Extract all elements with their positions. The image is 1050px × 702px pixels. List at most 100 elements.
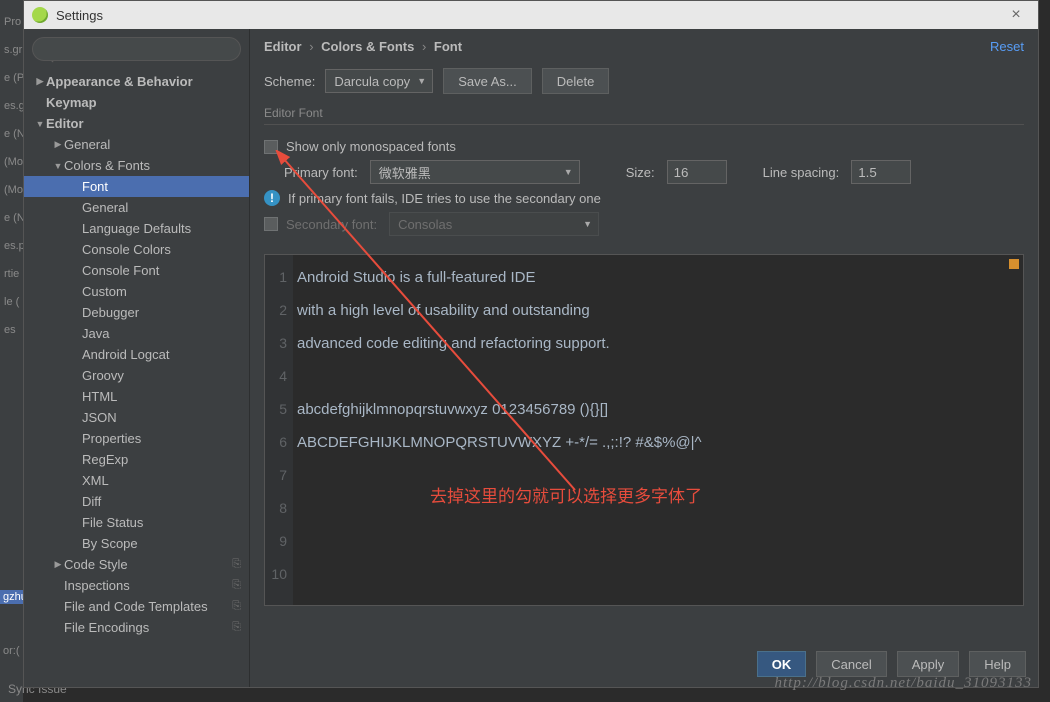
- tree-item-label: By Scope: [82, 536, 138, 551]
- tree-item-console-font[interactable]: Console Font: [24, 260, 249, 281]
- scheme-select[interactable]: Darcula copy: [325, 69, 433, 93]
- primary-font-label: Primary font:: [284, 165, 358, 180]
- tree-item-diff[interactable]: Diff: [24, 491, 249, 512]
- reset-link[interactable]: Reset: [990, 39, 1024, 54]
- tree-item-json[interactable]: JSON: [24, 407, 249, 428]
- tree-item-regexp[interactable]: RegExp: [24, 449, 249, 470]
- warning-marker: [1009, 259, 1019, 269]
- settings-tree[interactable]: Appearance & Behavior Keymap Editor General…: [24, 67, 249, 687]
- ok-button[interactable]: OK: [757, 651, 807, 677]
- tree-item-label: Console Colors: [82, 242, 171, 257]
- config-icon: ⎘: [232, 621, 241, 634]
- tree-item-label: File Encodings: [64, 620, 149, 635]
- gutter: 12345678910: [265, 255, 293, 605]
- chevron-icon: [52, 139, 64, 150]
- cancel-button[interactable]: Cancel: [816, 651, 886, 677]
- tree-item-debugger[interactable]: Debugger: [24, 302, 249, 323]
- tree-item-label: Appearance & Behavior: [46, 74, 193, 89]
- tree-item-android-logcat[interactable]: Android Logcat: [24, 344, 249, 365]
- tree-item-java[interactable]: Java: [24, 323, 249, 344]
- tree-item-editor[interactable]: Editor: [24, 113, 249, 134]
- config-icon: ⎘: [232, 600, 241, 613]
- tree-item-label: XML: [82, 473, 109, 488]
- tree-item-label: Android Logcat: [82, 347, 169, 362]
- tree-item-general[interactable]: General: [24, 197, 249, 218]
- size-label: Size:: [626, 165, 655, 180]
- tree-item-label: Language Defaults: [82, 221, 191, 236]
- tree-item-label: General: [64, 137, 110, 152]
- tree-item-keymap[interactable]: Keymap: [24, 92, 249, 113]
- spacing-label: Line spacing:: [763, 165, 840, 180]
- tree-item-inspections[interactable]: Inspections ⎘: [24, 575, 249, 596]
- tree-item-properties[interactable]: Properties: [24, 428, 249, 449]
- chevron-icon: [34, 76, 46, 87]
- config-icon: ⎘: [232, 558, 241, 571]
- tree-item-custom[interactable]: Custom: [24, 281, 249, 302]
- app-icon: [32, 7, 48, 23]
- chevron-icon: [52, 559, 64, 570]
- secondary-font-label: Secondary font:: [286, 217, 377, 232]
- tree-item-label: Custom: [82, 284, 127, 299]
- window-title: Settings: [56, 8, 1002, 23]
- scheme-label: Scheme:: [264, 74, 315, 89]
- tree-item-groovy[interactable]: Groovy: [24, 365, 249, 386]
- chevron-icon: [52, 161, 64, 171]
- tree-item-label: HTML: [82, 389, 117, 404]
- tree-item-label: Code Style: [64, 557, 128, 572]
- section-title: Editor Font: [250, 104, 1038, 124]
- tree-item-general[interactable]: General: [24, 134, 249, 155]
- tree-item-code-style[interactable]: Code Style ⎘: [24, 554, 249, 575]
- secondary-font-select[interactable]: Consolas: [389, 212, 599, 236]
- info-text: If primary font fails, IDE tries to use …: [288, 191, 601, 206]
- close-icon[interactable]: ×: [1002, 6, 1030, 24]
- tree-item-label: Diff: [82, 494, 101, 509]
- spacing-input[interactable]: [851, 160, 911, 184]
- titlebar: Settings ×: [24, 1, 1038, 29]
- tree-item-label: Console Font: [82, 263, 159, 278]
- sidebar: 🔍 Appearance & BehaviorKeymapEditorGener…: [24, 29, 250, 687]
- config-icon: ⎘: [232, 579, 241, 592]
- size-input[interactable]: [667, 160, 727, 184]
- annotation-text: 去掉这里的勾就可以选择更多字体了: [430, 482, 702, 507]
- help-button[interactable]: Help: [969, 651, 1026, 677]
- tree-item-label: Keymap: [46, 95, 97, 110]
- tree-item-label: Java: [82, 326, 109, 341]
- tree-item-font[interactable]: Font: [24, 176, 249, 197]
- tree-item-console-colors[interactable]: Console Colors: [24, 239, 249, 260]
- tree-item-label: Properties: [82, 431, 141, 446]
- font-preview: 12345678910 Android Studio is a full-fea…: [264, 254, 1024, 606]
- tree-item-xml[interactable]: XML: [24, 470, 249, 491]
- tree-item-appearance-behavior[interactable]: Appearance & Behavior: [24, 71, 249, 92]
- primary-font-select[interactable]: 微软雅黑: [370, 160, 580, 184]
- monospaced-label: Show only monospaced fonts: [286, 139, 456, 154]
- tree-item-language-defaults[interactable]: Language Defaults: [24, 218, 249, 239]
- breadcrumb: Editor › Colors & Fonts › Font: [264, 39, 462, 54]
- tree-item-by-scope[interactable]: By Scope: [24, 533, 249, 554]
- settings-dialog: Settings × 🔍 Appearance & BehaviorKeymap…: [23, 0, 1039, 688]
- tree-item-label: General: [82, 200, 128, 215]
- tree-item-file-encodings[interactable]: File Encodings ⎘: [24, 617, 249, 638]
- tree-item-label: File Status: [82, 515, 143, 530]
- tree-item-label: Colors & Fonts: [64, 158, 150, 173]
- dialog-buttons: OK Cancel Apply Help: [757, 651, 1026, 677]
- save-as-button[interactable]: Save As...: [443, 68, 532, 94]
- tree-item-label: Inspections: [64, 578, 130, 593]
- apply-button[interactable]: Apply: [897, 651, 960, 677]
- tree-item-file-status[interactable]: File Status: [24, 512, 249, 533]
- tree-item-label: Font: [82, 179, 108, 194]
- tree-item-html[interactable]: HTML: [24, 386, 249, 407]
- monospaced-checkbox[interactable]: [264, 140, 278, 154]
- tree-item-label: RegExp: [82, 452, 128, 467]
- search-input[interactable]: [32, 37, 241, 61]
- tree-item-colors-fonts[interactable]: Colors & Fonts: [24, 155, 249, 176]
- info-icon: !: [264, 190, 280, 206]
- preview-code: Android Studio is a full-featured IDE wi…: [297, 261, 702, 459]
- secondary-checkbox[interactable]: [264, 217, 278, 231]
- tree-item-label: Groovy: [82, 368, 124, 383]
- tree-item-file-and-code-templates[interactable]: File and Code Templates ⎘: [24, 596, 249, 617]
- tree-item-label: File and Code Templates: [64, 599, 208, 614]
- delete-button[interactable]: Delete: [542, 68, 610, 94]
- tree-item-label: Debugger: [82, 305, 139, 320]
- tree-item-label: JSON: [82, 410, 117, 425]
- chevron-icon: [34, 119, 46, 129]
